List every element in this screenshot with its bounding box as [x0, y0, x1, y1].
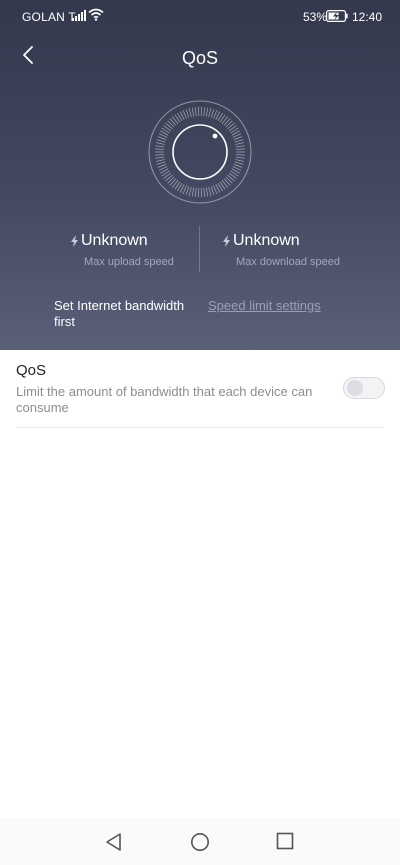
wifi-icon: [88, 8, 104, 21]
battery-icon: [326, 10, 348, 22]
speed-gauge-dial: [148, 100, 252, 204]
qos-toggle[interactable]: [343, 377, 385, 399]
gauge-tick: [155, 159, 165, 162]
status-bar: GOLAN T 53% 12:40: [0, 0, 400, 34]
gauge-tick: [235, 154, 245, 156]
gauge-tick: [235, 142, 245, 145]
signal-icon: [72, 10, 86, 21]
gauge-tick: [233, 163, 243, 168]
row-divider: [16, 427, 384, 428]
back-triangle-icon[interactable]: [104, 832, 124, 852]
gauge-tick: [157, 136, 167, 141]
gauge-tick: [157, 163, 167, 168]
gauge-tick: [235, 159, 245, 162]
gauge-tick: [155, 156, 165, 159]
gauge-tick: [210, 109, 215, 118]
gauge-tick: [203, 187, 206, 197]
system-nav-bar: [0, 818, 400, 865]
gauge-tick: [155, 148, 165, 150]
gauge-tick: [155, 154, 165, 156]
gauge-tick: [185, 186, 190, 195]
recents-square-icon[interactable]: [276, 832, 294, 850]
clock: 12:40: [352, 10, 383, 24]
download-speed-value: Unknown: [233, 232, 300, 249]
gauge-tick: [205, 187, 209, 197]
gauge-tick: [194, 187, 197, 197]
speed-limit-settings-link[interactable]: Speed limit settings: [208, 298, 321, 313]
bolt-icon: [223, 235, 230, 247]
gauge-tick: [213, 185, 218, 194]
gauge-tick: [182, 110, 187, 119]
gauge-tick: [203, 107, 206, 117]
gauge-tick: [208, 186, 212, 196]
upload-speed-label: Max upload speed: [84, 256, 174, 268]
gauge-tick: [155, 142, 165, 145]
gauge-tick: [182, 185, 187, 194]
hero-header: GOLAN T 53% 12:40 QoS Unknown Max upload…: [0, 0, 400, 350]
gauge-tick: [235, 156, 245, 159]
bolt-icon: [71, 235, 78, 247]
gauge-tick: [156, 161, 166, 165]
gauge-tick: [185, 109, 190, 118]
gauge-tick: [235, 148, 245, 150]
qos-setting-title: QoS: [16, 362, 47, 379]
gauge-tick: [235, 145, 245, 148]
bandwidth-note: Set Internet bandwidth first: [54, 298, 185, 329]
battery-percent: 53%: [303, 10, 328, 24]
gauge-tick: [205, 107, 209, 117]
gauge-tick: [155, 145, 165, 148]
gauge-tick: [191, 187, 195, 197]
gauge-tick: [191, 107, 195, 117]
gauge-tick: [156, 139, 166, 143]
gauge-tick: [234, 161, 244, 165]
toggle-knob: [347, 380, 363, 396]
qos-setting-description: Limit the amount of bandwidth that each …: [16, 384, 313, 415]
gauge-tick: [188, 186, 192, 196]
gauge-tick: [234, 139, 244, 143]
download-speed-block: Unknown Max download speed: [222, 232, 362, 268]
download-speed-label: Max download speed: [236, 256, 340, 268]
gauge-tick: [210, 186, 215, 195]
page-title: QoS: [181, 48, 219, 68]
upload-speed-value: Unknown: [81, 232, 148, 249]
speed-divider: [199, 226, 200, 272]
gauge-tick: [194, 107, 197, 117]
qos-setting-row: QoS Limit the amount of bandwidth that e…: [16, 362, 384, 416]
upload-speed-block: Unknown Max upload speed: [70, 232, 210, 268]
gauge-tick: [208, 108, 212, 118]
home-circle-icon[interactable]: [190, 832, 210, 852]
gauge-tick: [213, 110, 218, 119]
gauge-tick: [233, 136, 243, 141]
gauge-tick: [188, 108, 192, 118]
carrier-name: GOLAN T: [22, 10, 76, 24]
